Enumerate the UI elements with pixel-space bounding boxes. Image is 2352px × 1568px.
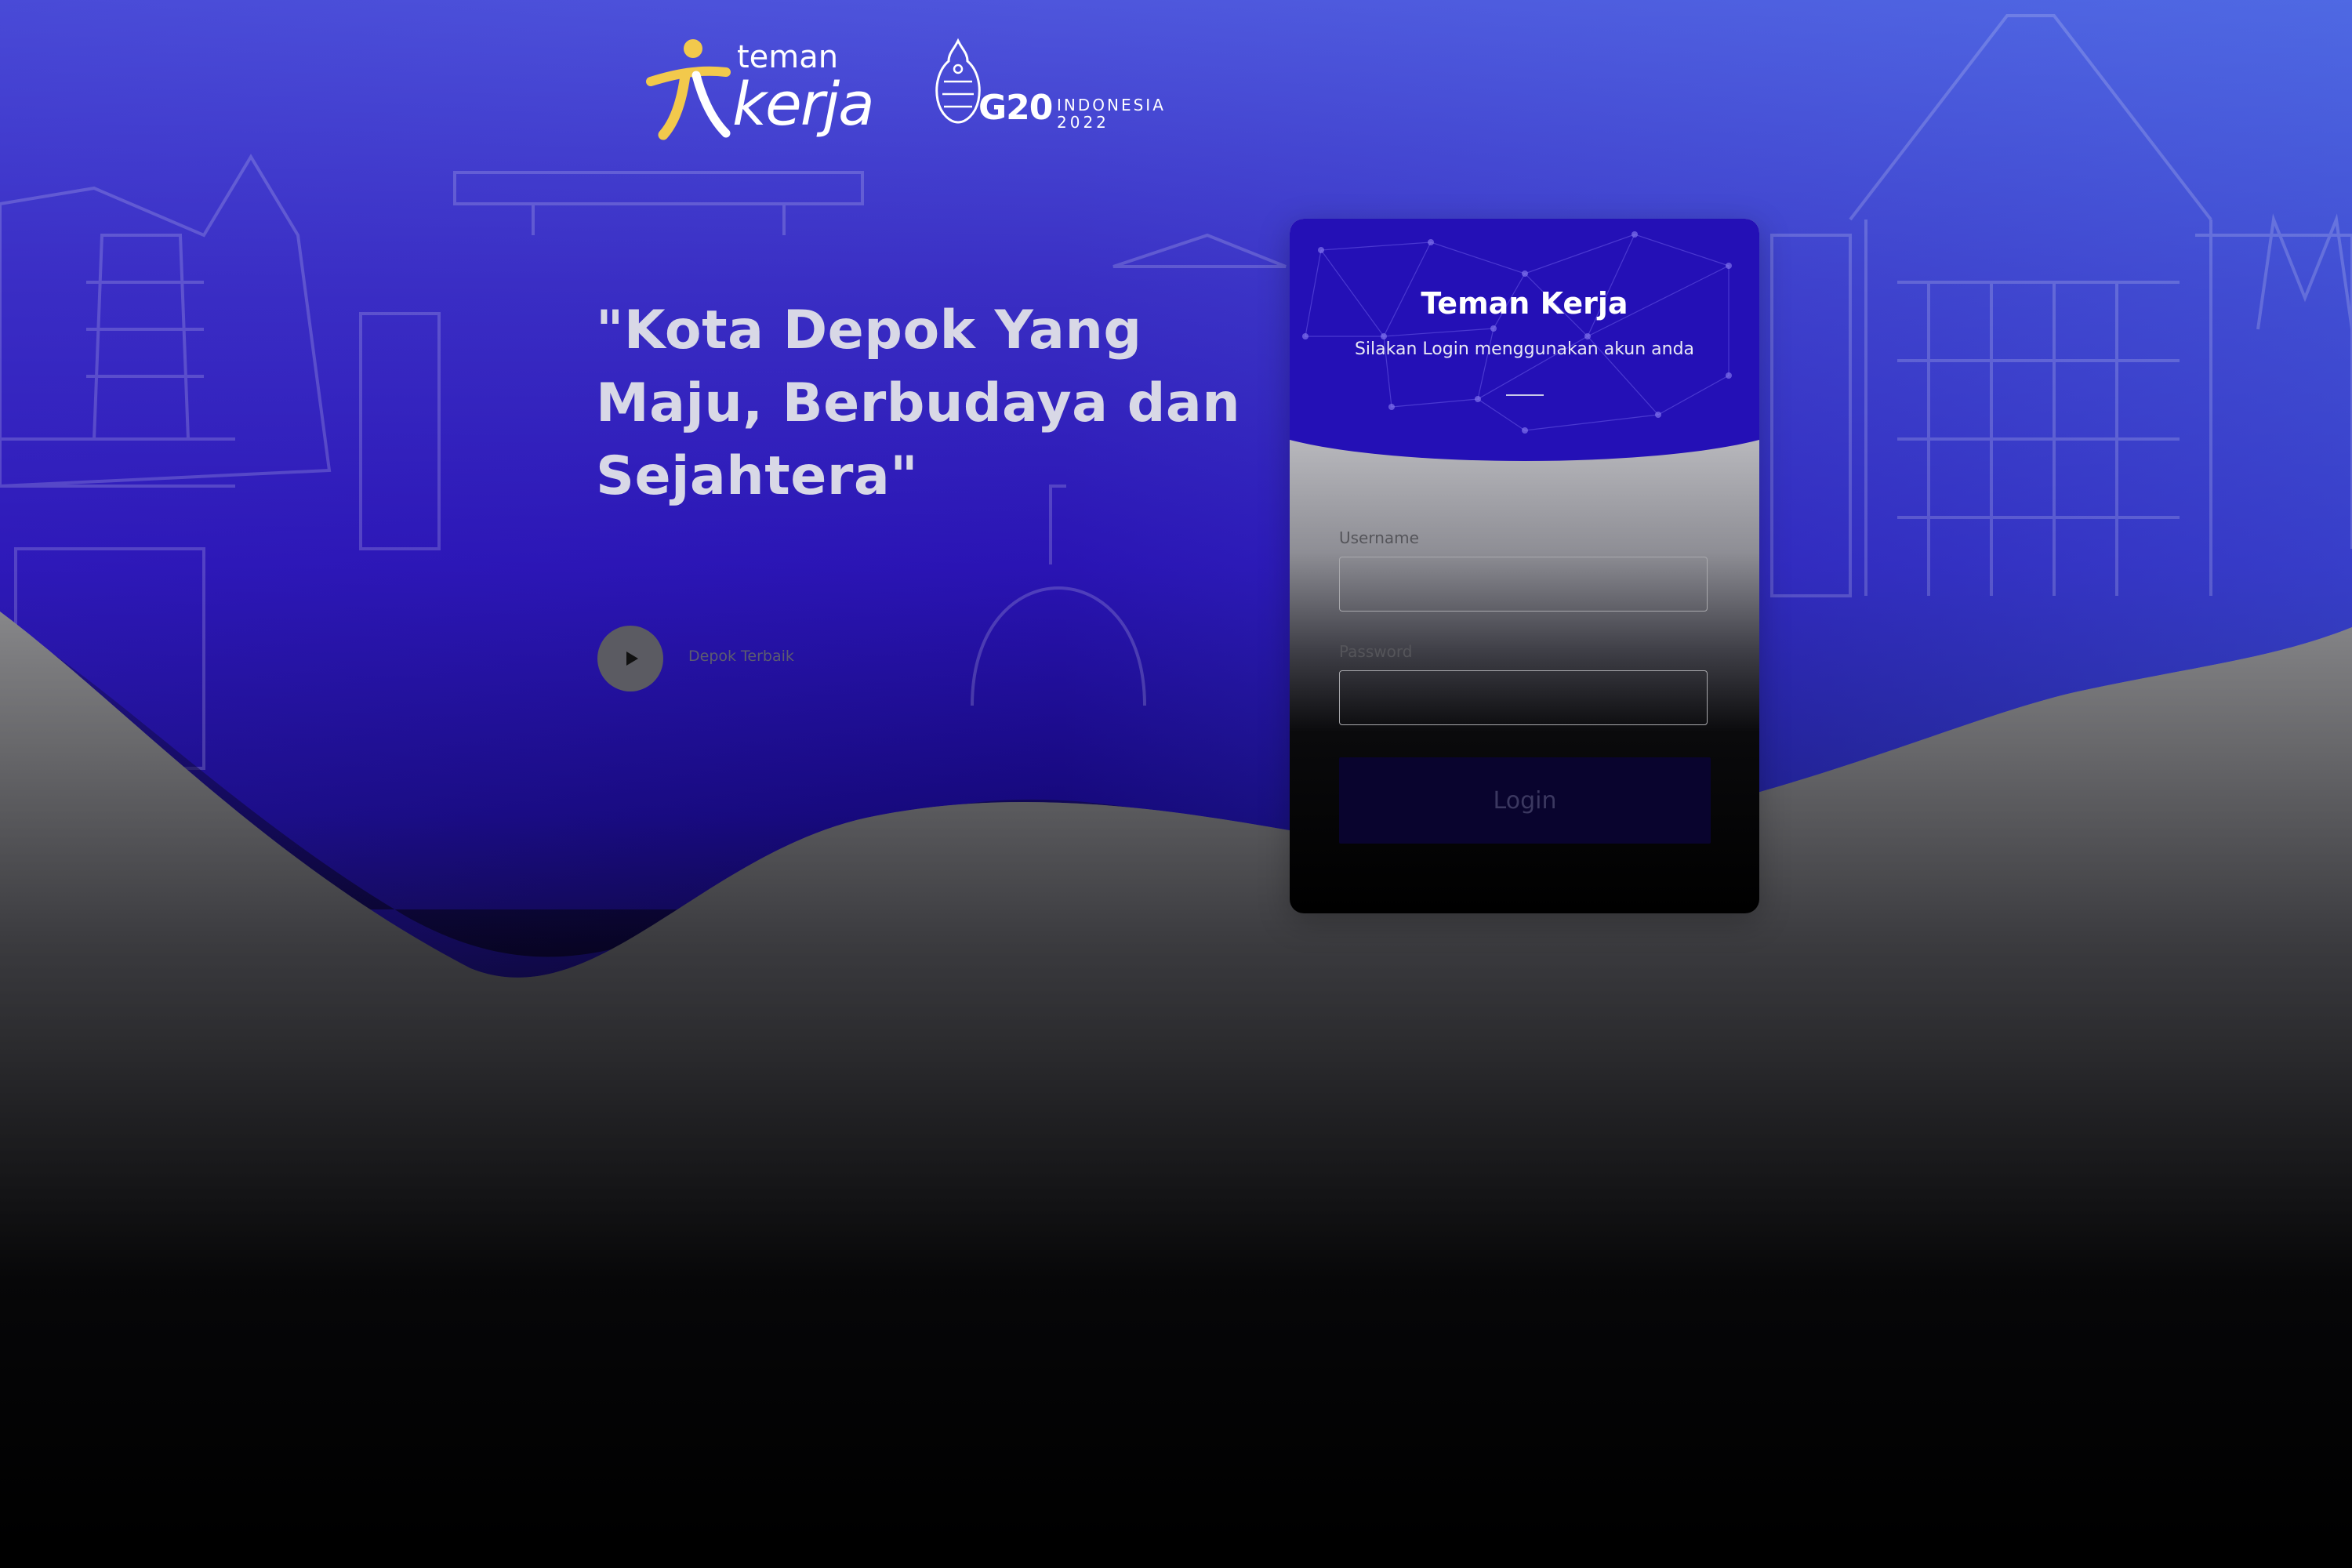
play-video-button[interactable] [597, 626, 663, 691]
g20-emblem-icon [935, 38, 981, 124]
login-card-subtitle: Silakan Login menggunakan akun anda [1354, 339, 1695, 359]
play-icon [626, 652, 638, 666]
login-page: teman kerja G20 INDONESIA 2022 "Kota Dep… [0, 0, 2352, 1568]
g20-indonesia-logo: G20 INDONESIA 2022 [933, 38, 1168, 132]
hero-headline-line-3: Sejahtera" [596, 445, 919, 507]
login-card-title: Teman Kerja [1421, 286, 1628, 321]
password-label: Password [1339, 642, 1413, 661]
hero-headline-line-1: "Kota Depok Yang [596, 299, 1142, 361]
username-label: Username [1339, 528, 1419, 547]
login-button[interactable]: Login [1339, 757, 1711, 844]
hero-headline: "Kota Depok Yang Maju, Berbudaya dan Sej… [596, 294, 1254, 513]
teman-kerja-logo: teman kerja [644, 36, 880, 146]
hero-headline-line-2: Maju, Berbudaya dan [596, 372, 1241, 434]
logo-text-kerja: kerja [732, 69, 875, 139]
teman-kerja-figure-icon [646, 39, 731, 140]
username-input[interactable] [1339, 557, 1708, 612]
login-card-divider [1506, 394, 1544, 396]
g20-country-text: INDONESIA [1057, 96, 1166, 114]
g20-year-text: 2022 [1057, 113, 1109, 132]
password-input[interactable] [1339, 670, 1708, 725]
background-wave [0, 612, 2352, 1568]
video-label: Depok Terbaik [688, 648, 794, 665]
g20-text: G20 [978, 88, 1053, 128]
